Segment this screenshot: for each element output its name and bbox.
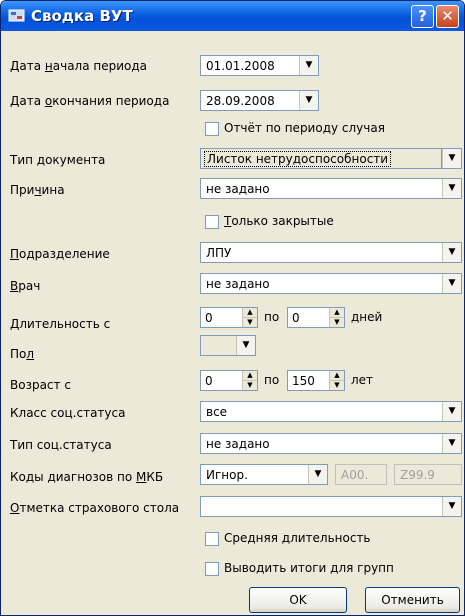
spinner-buttons[interactable]: ▲ ▼	[329, 308, 344, 327]
cancel-button[interactable]: Отменить	[365, 587, 460, 613]
chevron-down-icon[interactable]: ▼	[236, 336, 255, 355]
period-end-date[interactable]: 28.09.2008 ▼	[200, 90, 319, 111]
duration-to-spinner[interactable]: 0 ▲ ▼	[287, 307, 345, 328]
icd-label: Коды диагнозов по МКБ	[10, 470, 164, 484]
case-period-label: Отчёт по периоду случая	[224, 121, 385, 135]
chevron-down-icon[interactable]: ▼	[442, 497, 461, 516]
spinner-buttons[interactable]: ▲ ▼	[242, 371, 257, 390]
period-start-date[interactable]: 01.01.2008 ▼	[200, 55, 319, 76]
spin-down-icon[interactable]: ▼	[330, 380, 344, 390]
insurance-mark-select[interactable]: ▼	[200, 496, 462, 517]
social-type-label: Тип соц.статуса	[10, 438, 112, 452]
department-select[interactable]: ЛПУ ▼	[200, 242, 462, 263]
period-end-value: 28.09.2008	[206, 94, 275, 108]
chevron-down-icon[interactable]: ▼	[442, 243, 461, 262]
age-from-spinner[interactable]: 0 ▲ ▼	[200, 370, 258, 391]
age-unit: лет	[351, 373, 374, 387]
period-end-label: Дата окончания периода	[10, 94, 170, 108]
icd-to-field[interactable]: Z99.9	[394, 464, 462, 485]
sex-label: Пол	[10, 347, 35, 361]
doctor-value: не задано	[206, 277, 270, 291]
chevron-down-icon[interactable]: ▼	[299, 91, 318, 110]
icd-from-field[interactable]: A00.	[335, 464, 387, 485]
ok-button[interactable]: OK	[249, 587, 347, 613]
department-value: ЛПУ	[206, 246, 232, 260]
spinner-buttons[interactable]: ▲ ▼	[242, 308, 257, 327]
dialog-window: Сводка ВУТ ? ✕ Дата начала периода 01.01…	[0, 0, 465, 616]
doc-type-dropdown[interactable]: ▼	[442, 148, 462, 169]
sex-select[interactable]: ▼	[200, 335, 256, 356]
doc-type-value: Листок нетрудоспособности	[204, 151, 392, 167]
help-button[interactable]: ?	[411, 5, 434, 28]
reason-label: Причина	[10, 183, 65, 197]
social-class-label: Класс соц.статуса	[10, 406, 126, 420]
doctor-select[interactable]: не задано ▼	[200, 273, 462, 294]
spin-up-icon[interactable]: ▲	[330, 371, 344, 380]
insurance-mark-label: Отметка страхового стола	[10, 501, 180, 515]
reason-value: не задано	[206, 182, 270, 196]
age-to-label: по	[264, 373, 280, 387]
age-to-spinner[interactable]: 150 ▲ ▼	[287, 370, 345, 391]
period-start-value: 01.01.2008	[206, 59, 275, 73]
spin-up-icon[interactable]: ▲	[243, 308, 257, 317]
social-type-select[interactable]: не задано ▼	[200, 433, 462, 454]
icd-mode-select[interactable]: Игнор. ▼	[200, 464, 328, 485]
social-type-value: не задано	[206, 437, 270, 451]
spin-down-icon[interactable]: ▼	[330, 317, 344, 327]
duration-from-spinner[interactable]: 0 ▲ ▼	[200, 307, 258, 328]
chevron-down-icon[interactable]: ▼	[308, 465, 327, 484]
close-button[interactable]: ✕	[436, 5, 459, 28]
spin-up-icon[interactable]: ▲	[330, 308, 344, 317]
doc-type-label: Тип документа	[10, 153, 106, 167]
title-bar[interactable]: Сводка ВУТ ? ✕	[1, 1, 464, 31]
spinner-buttons[interactable]: ▲ ▼	[329, 371, 344, 390]
duration-label: Длительность с	[10, 317, 111, 331]
spin-up-icon[interactable]: ▲	[243, 371, 257, 380]
group-totals-label: Выводить итоги для групп	[224, 561, 394, 575]
social-class-select[interactable]: все ▼	[200, 401, 462, 422]
spin-down-icon[interactable]: ▼	[243, 317, 257, 327]
checkbox-box[interactable]	[205, 122, 219, 136]
duration-to-label: по	[264, 310, 280, 324]
closed-only-label: Только закрытые	[224, 214, 334, 228]
department-label: Подразделение	[10, 247, 110, 261]
chevron-down-icon[interactable]: ▼	[442, 149, 461, 168]
checkbox-box[interactable]	[205, 562, 219, 576]
chevron-down-icon[interactable]: ▼	[442, 274, 461, 293]
window-title: Сводка ВУТ	[31, 7, 133, 25]
doctor-label: Врач	[10, 279, 41, 293]
doc-type-select[interactable]: Листок нетрудоспособности	[200, 148, 442, 169]
checkbox-box[interactable]	[205, 215, 219, 229]
social-class-value: все	[206, 405, 228, 419]
reason-select[interactable]: не задано ▼	[200, 178, 462, 199]
period-start-label: Дата начала периода	[10, 59, 148, 73]
app-icon	[8, 9, 25, 22]
avg-duration-label: Средняя длительность	[224, 531, 371, 545]
duration-to-value: 0	[292, 311, 300, 325]
icd-mode-value: Игнор.	[206, 468, 248, 482]
checkbox-box[interactable]	[205, 532, 219, 546]
chevron-down-icon[interactable]: ▼	[442, 402, 461, 421]
age-to-value: 150	[292, 374, 315, 388]
age-label: Возраст с	[10, 378, 71, 392]
chevron-down-icon[interactable]: ▼	[442, 179, 461, 198]
duration-from-value: 0	[205, 311, 213, 325]
chevron-down-icon[interactable]: ▼	[442, 434, 461, 453]
chevron-down-icon[interactable]: ▼	[299, 56, 318, 75]
spin-down-icon[interactable]: ▼	[243, 380, 257, 390]
age-from-value: 0	[205, 374, 213, 388]
duration-unit: дней	[351, 310, 383, 324]
